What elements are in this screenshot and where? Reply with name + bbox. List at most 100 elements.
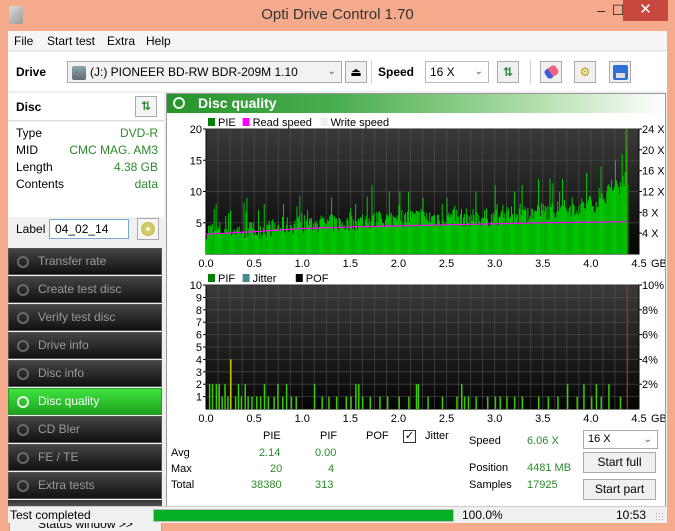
refresh-disc-button[interactable]: ⇅ bbox=[135, 96, 157, 117]
pie-bar bbox=[323, 218, 325, 254]
legend-swatch-write-speed bbox=[320, 118, 328, 126]
pif-bar bbox=[218, 384, 221, 409]
pie-bar bbox=[610, 187, 612, 254]
pie-bar bbox=[601, 193, 603, 254]
pie-bar bbox=[366, 196, 368, 254]
disc-quality-icon bbox=[173, 97, 185, 109]
pie-bar bbox=[326, 223, 328, 254]
pie-bar bbox=[436, 214, 438, 254]
speed-select[interactable]: 16 X ⌄ bbox=[425, 61, 489, 83]
legend-label-pif: PIF bbox=[218, 273, 235, 285]
pie-bar bbox=[594, 211, 596, 254]
menu-extra[interactable]: Extra bbox=[107, 34, 135, 48]
x-tick-label: 3.0 bbox=[487, 413, 502, 425]
pie-bar bbox=[222, 233, 224, 254]
pie-bar bbox=[429, 212, 431, 254]
pie-bar bbox=[517, 223, 519, 254]
pie-bar bbox=[428, 222, 430, 254]
nav-label: Extra tests bbox=[38, 478, 95, 492]
y2-tick-label: 10% bbox=[642, 280, 664, 292]
pie-bar bbox=[305, 230, 307, 254]
start-part-button[interactable]: Start part bbox=[583, 479, 656, 500]
nav-disc-info[interactable]: Disc info bbox=[8, 360, 162, 387]
pie-bar bbox=[232, 231, 234, 254]
pie-bar bbox=[357, 229, 359, 254]
pif-bar bbox=[583, 384, 585, 409]
pie-bar bbox=[275, 229, 277, 254]
window-title: Opti Drive Control 1.70 bbox=[261, 6, 414, 23]
pif-bar bbox=[513, 396, 516, 409]
pie-bar bbox=[397, 214, 399, 254]
eject-button[interactable]: ⏏ bbox=[345, 61, 367, 83]
pie-bar bbox=[266, 224, 268, 254]
pie-bar bbox=[462, 217, 464, 254]
refresh-speed-button[interactable]: ⇅ bbox=[497, 61, 519, 83]
pie-bar bbox=[220, 233, 222, 254]
menu-file[interactable]: File bbox=[14, 34, 33, 48]
pie-bar bbox=[372, 215, 374, 254]
erase-button[interactable] bbox=[540, 61, 562, 83]
nav-cd-bler[interactable]: CD Bler bbox=[8, 416, 162, 443]
pie-bar bbox=[435, 223, 437, 254]
pie-bar bbox=[415, 210, 417, 254]
pie-bar bbox=[287, 231, 289, 254]
pie-bar bbox=[361, 214, 363, 254]
pie-bar bbox=[501, 210, 503, 254]
disc-label-button[interactable] bbox=[137, 218, 159, 240]
pie-bar bbox=[417, 211, 419, 254]
start-full-button[interactable]: Start full bbox=[583, 452, 656, 473]
disc-type-key: Type bbox=[16, 126, 43, 140]
pie-bar bbox=[309, 219, 311, 254]
pie-peak-bar bbox=[230, 210, 232, 254]
nav-drive-info[interactable]: Drive info bbox=[8, 332, 162, 359]
y-tick-label: 7 bbox=[196, 317, 202, 329]
pif-bar bbox=[486, 396, 489, 409]
pie-bar bbox=[217, 226, 219, 254]
y-tick-label: 5 bbox=[196, 218, 202, 230]
pie-bar bbox=[589, 196, 591, 254]
nav-transfer-rate[interactable]: Transfer rate bbox=[8, 248, 162, 275]
nav-create-test-disc[interactable]: Create test disc bbox=[8, 276, 162, 303]
pie-bar bbox=[254, 234, 256, 254]
pie-bar bbox=[435, 224, 437, 254]
pif-bar bbox=[313, 384, 316, 409]
y-tick-label: 8 bbox=[196, 305, 202, 317]
pie-bar bbox=[236, 227, 238, 254]
y-tick-label: 3 bbox=[196, 367, 202, 379]
pie-bar bbox=[347, 220, 349, 254]
jitter-checkbox[interactable]: ✓ bbox=[403, 430, 416, 443]
pie-bar bbox=[413, 213, 415, 254]
pie-bar bbox=[512, 222, 514, 254]
save-button[interactable] bbox=[609, 61, 631, 83]
pie-bar bbox=[387, 216, 389, 254]
pie-bar bbox=[447, 215, 449, 254]
disc-label-input[interactable]: 04_02_14 bbox=[49, 219, 129, 239]
title-bar[interactable]: Opti Drive Control 1.70 – ☐ ✕ bbox=[0, 0, 675, 31]
pie-bar bbox=[237, 229, 239, 254]
drive-select[interactable]: (J:) PIONEER BD-RW BDR-209M 1.10 ⌄ bbox=[67, 61, 342, 83]
menu-start-test[interactable]: Start test bbox=[47, 34, 95, 48]
nav-verify-test-disc[interactable]: Verify test disc bbox=[8, 304, 162, 331]
nav-fe-te[interactable]: FE / TE bbox=[8, 444, 162, 471]
pie-bar bbox=[604, 202, 606, 254]
resize-grip[interactable] bbox=[655, 512, 664, 521]
pif-bar bbox=[350, 396, 352, 409]
pie-bar bbox=[581, 198, 583, 254]
settings-button[interactable]: ⚙ bbox=[574, 61, 596, 83]
test-speed-select[interactable]: 16 X ⌄ bbox=[583, 430, 658, 449]
pie-bar bbox=[464, 225, 466, 254]
pie-bar bbox=[572, 203, 574, 254]
legend-label-pie: PIE bbox=[218, 117, 236, 129]
pif-bar bbox=[358, 384, 360, 409]
stats-area: PIE PIF POF ✓ Jitter Avg 2.14 0.00 Max 2… bbox=[167, 428, 665, 508]
legend-label-jitter: Jitter bbox=[253, 273, 277, 285]
menu-help[interactable]: Help bbox=[146, 34, 171, 48]
pif-bar bbox=[506, 396, 508, 409]
pie-bar bbox=[265, 236, 267, 254]
nav-disc-quality[interactable]: Disc quality bbox=[8, 388, 162, 415]
pie-bar bbox=[431, 216, 433, 254]
pie-bar bbox=[533, 218, 535, 254]
nav-extra-tests[interactable]: Extra tests bbox=[8, 472, 162, 499]
pie-bar bbox=[495, 209, 497, 254]
close-button[interactable]: ✕ bbox=[623, 0, 668, 21]
